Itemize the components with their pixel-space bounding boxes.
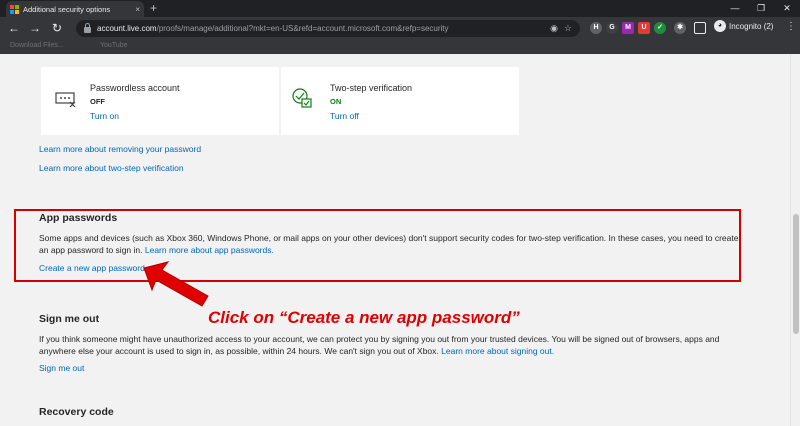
close-window-button[interactable]: ✕ xyxy=(774,0,800,17)
tab-title: Additional security options xyxy=(23,4,111,14)
browser-menu-icon[interactable]: ⋮ xyxy=(786,21,796,32)
extension-h-icon[interactable]: H xyxy=(590,22,602,34)
tab-bar: Additional security options × + — ❐ ✕ xyxy=(0,0,800,17)
two-step-card: Two-step verification ON Turn off xyxy=(281,67,519,135)
incognito-indicator[interactable]: ◕ Incognito (2) xyxy=(714,20,773,32)
learn-more-removing-password-link[interactable]: Learn more about removing your password xyxy=(39,144,201,154)
maximize-button[interactable]: ❐ xyxy=(748,0,774,17)
extensions-puzzle-icon[interactable]: ✱ xyxy=(674,22,686,34)
bookmark-star-icon[interactable]: ☆ xyxy=(564,23,572,34)
app-passwords-heading: App passwords xyxy=(39,212,118,224)
extension-check-icon[interactable]: ✓ xyxy=(654,22,666,34)
recovery-code-heading: Recovery code xyxy=(39,406,114,418)
extension-u-icon[interactable]: U xyxy=(638,22,650,34)
extension-g-icon[interactable]: G xyxy=(606,22,618,34)
learn-more-signing-out-link[interactable]: Learn more about signing out. xyxy=(441,346,554,356)
sign-me-out-heading: Sign me out xyxy=(39,313,100,325)
address-bar[interactable]: account.live.com/proofs/manage/additiona… xyxy=(76,20,580,37)
tracking-icon[interactable]: ◉ xyxy=(550,23,558,34)
sign-me-out-text: If you think someone might have unauthor… xyxy=(39,334,720,356)
turn-off-link[interactable]: Turn off xyxy=(330,111,359,121)
incognito-label: Incognito (2) xyxy=(729,21,774,31)
turn-on-link[interactable]: Turn on xyxy=(90,111,119,121)
extension-m-icon[interactable]: M xyxy=(622,22,634,34)
url-host: account.live.com xyxy=(97,24,157,33)
active-tab[interactable]: Additional security options × xyxy=(6,1,144,17)
microsoft-logo-icon xyxy=(10,4,19,14)
app-passwords-description: Some apps and devices (such as Xbox 360,… xyxy=(39,232,744,256)
window-controls: — ❐ ✕ xyxy=(722,0,800,17)
annotation-callout: Click on “Create a new app password” xyxy=(208,308,520,327)
bookmark-item[interactable]: YouTube xyxy=(100,42,128,49)
bookmarks-bar: Download Files... YouTube xyxy=(0,40,800,54)
scrollbar-thumb[interactable] xyxy=(793,214,799,334)
minimize-button[interactable]: — xyxy=(722,0,748,17)
card-title: Two-step verification xyxy=(330,83,413,93)
passwordless-card: Passwordless account OFF Turn on xyxy=(41,67,279,135)
lock-icon[interactable] xyxy=(84,23,91,33)
page-scrollbar[interactable] xyxy=(790,54,800,426)
browser-toolbar: ← → ↻ account.live.com/proofs/manage/add… xyxy=(0,17,800,40)
learn-more-two-step-link[interactable]: Learn more about two-step verification xyxy=(39,163,184,173)
card-status: OFF xyxy=(90,97,105,106)
side-panel-icon[interactable] xyxy=(694,22,706,34)
incognito-icon: ◕ xyxy=(714,20,726,32)
card-status: ON xyxy=(330,97,342,106)
new-tab-button[interactable]: + xyxy=(150,1,157,15)
sign-me-out-link[interactable]: Sign me out xyxy=(39,363,84,373)
close-tab-icon[interactable]: × xyxy=(135,5,140,14)
sign-me-out-description: If you think someone might have unauthor… xyxy=(39,333,744,357)
forward-button[interactable]: → xyxy=(29,20,41,36)
red-arrow-icon xyxy=(143,261,209,307)
url-text[interactable]: account.live.com/proofs/manage/additiona… xyxy=(97,24,544,33)
create-app-password-link[interactable]: Create a new app password xyxy=(39,263,145,273)
reload-button[interactable]: ↻ xyxy=(52,20,62,36)
bookmark-item[interactable]: Download Files... xyxy=(10,42,64,49)
url-path: /proofs/manage/additional?mkt=en-US&refd… xyxy=(156,24,449,33)
learn-more-app-passwords-link[interactable]: Learn more about app passwords. xyxy=(145,245,274,255)
shield-check-icon xyxy=(291,87,313,114)
password-dots-icon xyxy=(55,91,77,112)
page-content: Passwordless account OFF Turn on Two-ste… xyxy=(0,54,790,426)
card-title: Passwordless account xyxy=(90,83,180,93)
back-button[interactable]: ← xyxy=(8,20,20,36)
